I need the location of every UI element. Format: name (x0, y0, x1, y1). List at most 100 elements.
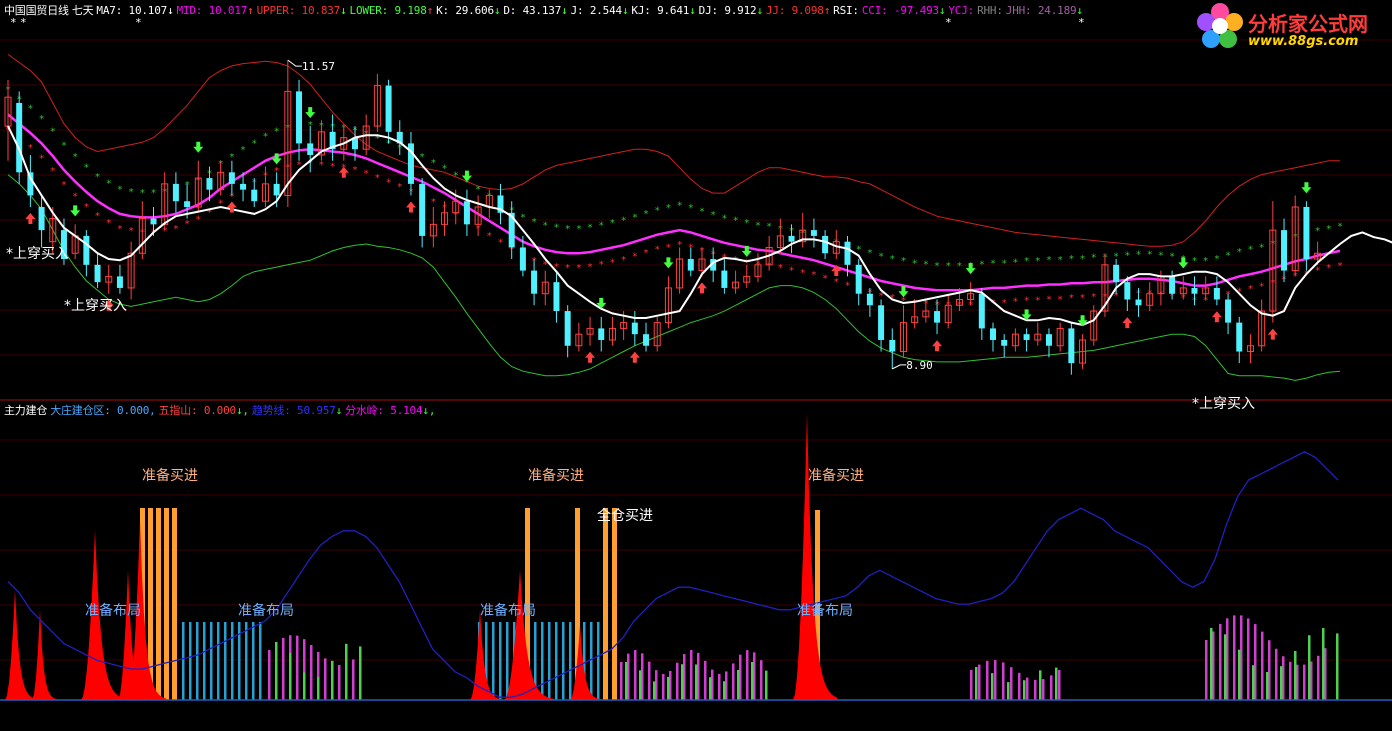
candle-body-down (1213, 287, 1220, 300)
red-star: * (173, 224, 179, 235)
green-star: * (1068, 254, 1074, 265)
red-star: * (386, 178, 392, 189)
magenta-bar (1317, 655, 1320, 700)
orange-bar (156, 508, 161, 700)
candle-body-down (1191, 287, 1198, 294)
green-star: * (677, 201, 683, 212)
magenta-bar (1219, 623, 1222, 700)
header-value-arrow-11: ↓ (938, 4, 946, 17)
magenta-bar (1050, 675, 1053, 700)
candle-body-down (1281, 230, 1288, 271)
candle-body-down (228, 172, 235, 184)
green-star: * (1326, 224, 1332, 235)
red-star: * (598, 260, 604, 271)
candle-body-down (1001, 339, 1008, 346)
magenta-bar (1002, 662, 1005, 700)
green-star: * (654, 205, 660, 216)
green-star: * (151, 188, 157, 199)
blue-bar (252, 622, 255, 700)
green-bar (359, 646, 362, 700)
header-value-12: YCJ: (948, 4, 975, 17)
magenta-bar (1289, 661, 1292, 700)
cross-buy-label-1: *上穿买入 (6, 246, 69, 262)
candle-body-down (83, 235, 90, 265)
red-star: * (1326, 263, 1332, 274)
sell-arrow-icon (1301, 182, 1312, 194)
indicator-name: 主力建仓 (4, 404, 48, 417)
blue-bar (548, 622, 551, 700)
red-star: * (117, 224, 123, 235)
header-value-6: J: 2.544 (570, 4, 623, 17)
blue-bar (182, 622, 185, 700)
candle-body-down (150, 218, 157, 225)
cross-buy-label-2: *上穿买入 (64, 298, 127, 314)
magenta-bar (620, 662, 623, 700)
blue-bar (541, 622, 544, 700)
red-star: * (587, 262, 593, 273)
indicator-value-1: 五指山: 0.000 (158, 404, 237, 417)
header-value-1: MID: 10.017 (176, 4, 248, 17)
green-star: * (274, 127, 280, 138)
red-star: * (733, 255, 739, 266)
red-star: * (789, 265, 795, 276)
green-star: * (117, 185, 123, 196)
green-star: * (139, 188, 145, 199)
green-bar (667, 676, 670, 700)
price-panel: * * * * * * * * * * * * * * * * * * * * * * * * * * * * * * * * * * * * * * * *… (4, 16, 1392, 381)
layout-label-2: 准备布局 (238, 602, 294, 619)
buy-arrow-icon (585, 351, 596, 363)
chart-canvas: * * * * * * * * * * * * * * * * * * * * * * * * * * * * * * * * * * * * * * * *… (0, 16, 1392, 701)
red-star: * (50, 166, 56, 177)
candle-body-down (1303, 207, 1310, 260)
blue-bar (562, 622, 565, 700)
price-header: 中国国贸日线 七天 MA7: 10.107↓ MID: 10.017↑ UPPER: 1… (4, 2, 1089, 18)
red-star: * (811, 270, 817, 281)
header-value-arrow-7: ↓ (689, 4, 696, 17)
header-value-11: CCI: -97.493 (861, 4, 939, 17)
blue-bar (245, 622, 248, 700)
green-star: * (50, 127, 56, 138)
indicator-values: 大庄建仓区: 0.000, 五指山: 0.000↓, 趋势线: 50.957↓ 分水岭… (50, 404, 438, 417)
red-star: * (106, 218, 112, 229)
indicator-panel (0, 413, 1392, 701)
candle-body-down (519, 247, 526, 271)
red-star: * (1046, 294, 1052, 305)
candle-body-down (1135, 299, 1142, 306)
red-star: * (95, 211, 101, 222)
magenta-bar (296, 635, 299, 700)
green-star: * (766, 222, 772, 233)
red-star: * (609, 257, 615, 268)
green-bar (1224, 634, 1227, 700)
candle-body-down (631, 322, 638, 335)
green-star: * (1191, 256, 1197, 267)
red-star: * (1259, 282, 1265, 293)
magenta-bar (1261, 631, 1264, 700)
green-star: * (1012, 257, 1018, 268)
low-price-label: 8.90 (906, 359, 933, 372)
green-bar (345, 643, 348, 700)
red-star: * (1057, 294, 1063, 305)
candle-body-down (643, 334, 650, 346)
green-bar (1252, 665, 1255, 700)
red-star: * (1024, 296, 1030, 307)
candle-body-down (419, 183, 426, 236)
mid-band-line (7, 113, 1341, 292)
grid-lines (0, 39, 1392, 661)
green-bar (1210, 628, 1213, 700)
red-star: * (330, 161, 336, 172)
red-star: * (1315, 265, 1321, 276)
sell-arrow-icon (70, 205, 81, 217)
green-star: * (878, 252, 884, 263)
magenta-bar (662, 673, 665, 700)
green-star: * (632, 212, 638, 223)
buy-arrow-icon (629, 351, 640, 363)
header-value-arrow-9: ↑ (823, 4, 831, 17)
green-bar (331, 660, 334, 700)
red-star: * (39, 153, 45, 164)
green-star: * (1001, 259, 1007, 270)
green-star: * (889, 254, 895, 265)
candles (4, 60, 1322, 375)
red-star: * (621, 255, 627, 266)
red-star: * (1068, 293, 1074, 304)
red-star: * (363, 168, 369, 179)
